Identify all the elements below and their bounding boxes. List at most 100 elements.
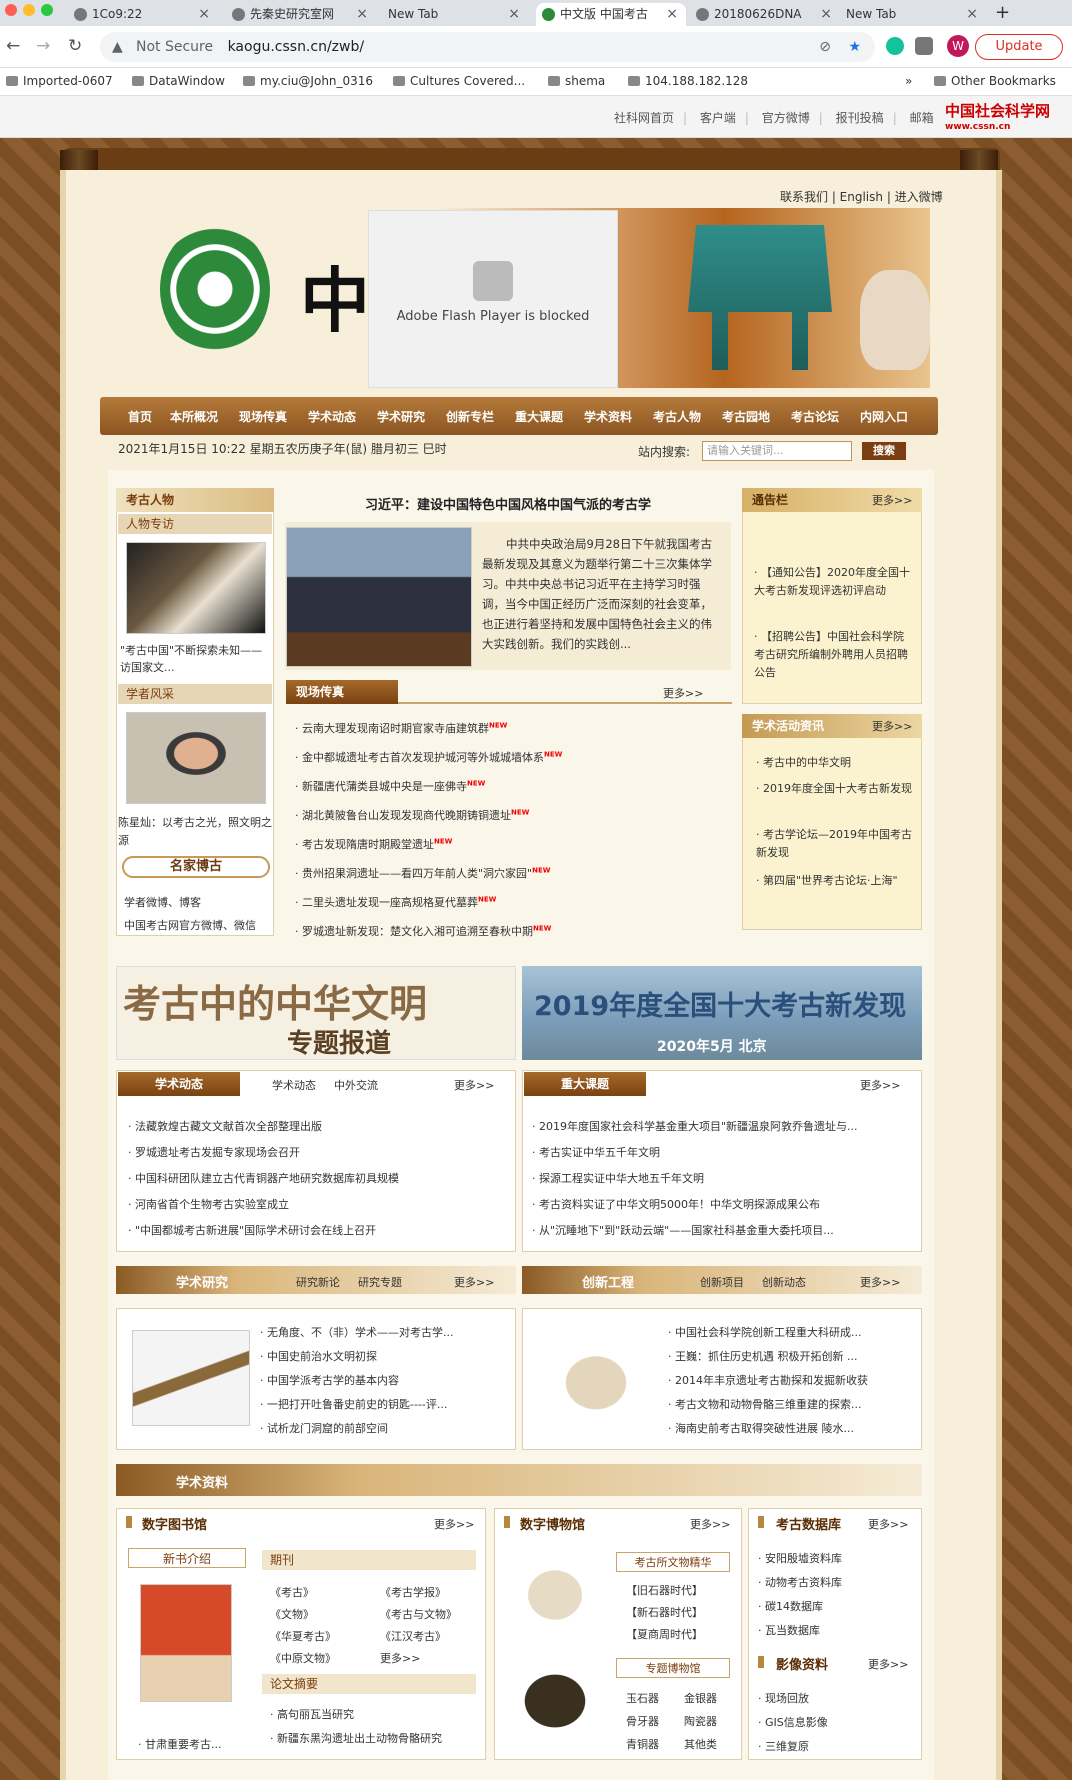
maximize-window-icon[interactable] [41,4,53,16]
nav-item[interactable]: 考古园地 [722,408,770,425]
close-window-icon[interactable] [5,4,17,16]
research-item[interactable]: · 无角度、不（非）学术——对考古学... [260,1324,510,1340]
artifact-photo[interactable] [508,1552,602,1638]
field-news-item[interactable]: · 金中都城遗址考古首次发现护城河等外城城墙体系NEW [295,749,735,765]
promo-banner-right[interactable]: 2019年度全国十大考古新发现 2020年5月 北京 [522,966,922,1060]
tab-close-icon[interactable]: × [198,3,210,26]
innovation-item[interactable]: · 中国社会科学院创新工程重大科研成... [668,1324,918,1340]
image-link[interactable]: · 三维复原 [758,1738,809,1754]
news-item[interactable]: · 法藏敦煌古藏文文献首次全部整理出版 [128,1118,508,1134]
abstract-item[interactable]: · 高句丽瓦当研究 [270,1706,480,1722]
category-link[interactable]: 青铜器 [626,1736,659,1752]
profile-avatar[interactable]: W [947,35,969,57]
search-input[interactable]: 请输入关键词... [702,441,852,461]
database-link[interactable]: · 安阳殷墟资料库 [758,1550,842,1566]
notice-item[interactable]: · 【通知公告】2020年度全国十大考古新发现评选初评启动 [754,564,914,600]
era-link[interactable]: 【夏商周时代】 [626,1626,703,1642]
famous-link[interactable]: 中国考古网官方微博、微信 [124,917,272,933]
flash-blocked-placeholder[interactable]: Adobe Flash Player is blocked [368,210,618,388]
research-more-link[interactable]: 更多>> [454,1274,494,1290]
category-link[interactable]: 玉石器 [626,1690,659,1706]
innovation-more-link[interactable]: 更多>> [860,1274,900,1290]
activity-item[interactable]: · 2019年度全国十大考古新发现 [756,780,916,798]
research-photo[interactable] [132,1330,250,1426]
minimize-window-icon[interactable] [23,4,35,16]
activities-more-link[interactable]: 更多>> [872,718,912,734]
database-link[interactable]: · 碳14数据库 [758,1598,823,1614]
image-more-link[interactable]: 更多>> [868,1656,908,1672]
tab-close-icon[interactable]: × [666,3,678,26]
abstract-item[interactable]: · 新疆东黑沟遗址出土动物骨骼研究 [270,1730,480,1746]
journal-link[interactable]: 《考古与文物》 [380,1606,457,1622]
research-topic-tab[interactable]: 研究专题 [358,1274,402,1290]
search-button[interactable]: 搜索 [862,442,906,460]
nav-item[interactable]: 学术资料 [584,408,632,425]
forward-icon[interactable]: → [36,36,50,56]
browser-tab[interactable]: New Tab × [836,3,986,26]
top-link[interactable]: 客户端 [700,111,736,125]
top-link[interactable]: 报刊投稿 [836,111,884,125]
museum-more-link[interactable]: 更多>> [690,1516,730,1532]
category-link[interactable]: 陶瓷器 [684,1713,717,1729]
browser-tab[interactable]: 20180626DNA × [690,3,840,26]
bookmark-item[interactable]: my.ciu@John_0316 [243,74,373,88]
nav-item[interactable]: 考古人物 [653,408,701,425]
activity-item[interactable]: · 第四届"世界考古论坛·上海" [756,872,916,888]
innovation-tab[interactable]: 创新项目 [700,1274,744,1290]
lead-photo[interactable] [286,527,472,667]
era-link[interactable]: 【新石器时代】 [626,1604,703,1620]
interview-caption[interactable]: "考古中国"不断探索未知——访国家文... [120,642,270,676]
journals-more-link[interactable]: 更多>> [380,1650,420,1666]
major-item[interactable]: · 探源工程实证中华大地五千年文明 [532,1170,914,1186]
book-caption[interactable]: · 甘肃重要考古... [138,1736,248,1752]
bookmark-item[interactable]: Imported-0607 [6,74,113,88]
tab-close-icon[interactable]: × [508,3,520,26]
browser-tab[interactable]: New Tab × [378,3,528,26]
bookmarks-overflow-button[interactable]: » [905,74,912,88]
notice-item[interactable]: · 【招聘公告】中国社会科学院考古研究所编制外聘用人员招聘公告 [754,628,914,682]
innovation-item[interactable]: · 王巍：抓住历史机遇 积极开拓创新 ... [668,1348,918,1364]
other-bookmarks[interactable]: Other Bookmarks [934,74,1056,88]
major-item[interactable]: · 从"沉睡地下"到"跃动云端"——国家社科基金重大委托项目... [532,1222,914,1238]
cssn-logo[interactable]: 中国社会科学网 www.cssn.cn [945,103,1050,135]
field-news-item[interactable]: · 考古发现隋唐时期殿堂遗址NEW [295,836,735,852]
database-link[interactable]: · 动物考古资料库 [758,1574,842,1590]
tab-close-icon[interactable]: × [966,3,978,26]
bookmark-star-icon[interactable]: ★ [848,32,861,62]
innovation-item[interactable]: · 2014年丰京遗址考古勘探和发掘新收获 [668,1372,918,1388]
news-item[interactable]: · 罗城遗址考古发掘专家现场会召开 [128,1144,508,1160]
research-item[interactable]: · 中国学派考古学的基本内容 [260,1372,510,1388]
top-link[interactable]: 邮箱 [910,111,934,125]
nav-item[interactable]: 创新专栏 [446,408,494,425]
tab-close-icon[interactable]: × [356,3,368,26]
library-more-link[interactable]: 更多>> [434,1516,474,1532]
institute-logo[interactable] [160,224,270,354]
skull-photo[interactable] [536,1330,656,1426]
activity-item[interactable]: · 考古学论坛—2019年中国考古新发现 [756,826,916,862]
research-item[interactable]: · 一把打开吐鲁番史前史的钥匙----评... [260,1396,510,1412]
nav-item[interactable]: 本所概况 [170,408,218,425]
major-more-link[interactable]: 更多>> [860,1077,900,1093]
journal-link[interactable]: 《考古》 [270,1584,314,1600]
research-item[interactable]: · 中国史前治水文明初探 [260,1348,510,1364]
bookmark-item[interactable]: DataWindow [132,74,225,88]
browser-tab-active[interactable]: 中文版 中国考古 × [536,3,686,26]
news-item[interactable]: · "中国都城考古新进展"国际学术研讨会在线上召开 [128,1222,508,1238]
journal-link[interactable]: 《中原文物》 [270,1650,336,1666]
category-link[interactable]: 骨牙器 [626,1713,659,1729]
extensions-puzzle-icon[interactable] [915,37,933,55]
activity-item[interactable]: · 考古中的中华文明 [756,754,916,770]
news-more-link[interactable]: 更多>> [454,1077,494,1093]
major-item[interactable]: · 考古资料实证了中华文明5000年！中华文明探源成果公布 [532,1196,914,1212]
innovation-item[interactable]: · 考古文物和动物骨骼三维重建的探索... [668,1396,918,1412]
field-news-item[interactable]: · 新疆唐代蒲类县城中央是一座佛寺NEW [295,778,735,794]
exchange-tab[interactable]: 中外交流 [334,1077,378,1093]
new-tab-icon[interactable]: + [995,2,1010,23]
journal-link[interactable]: 《考古学报》 [380,1584,446,1600]
image-link[interactable]: · 现场回放 [758,1690,809,1706]
top-link[interactable]: 官方微博 [762,111,810,125]
address-bar[interactable]: ▲ Not Secure kaogu.cssn.cn/zwb/ ⊘ ★ [100,32,875,62]
innovation-item[interactable]: · 海南史前考古取得突破性进展 陵水... [668,1420,918,1436]
famous-link[interactable]: 学者微博、博客 [124,894,201,910]
major-item[interactable]: · 2019年度国家社会科学基金重大项目"新疆温泉阿敦乔鲁遗址与... [532,1118,914,1134]
